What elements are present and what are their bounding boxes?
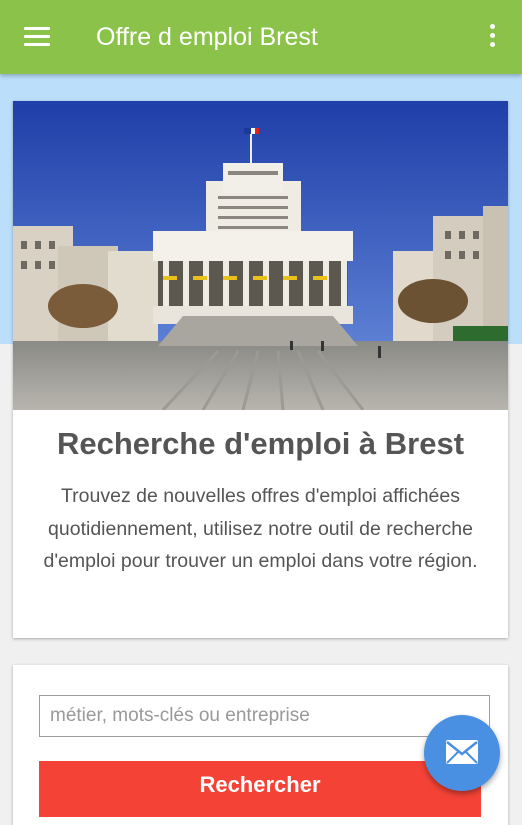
search-input[interactable] [39,695,490,737]
more-vert-icon[interactable] [482,24,502,50]
search-button[interactable]: Rechercher [39,761,481,817]
hero-image [13,101,508,410]
intro-title: Recherche d'emploi à Brest [56,426,465,461]
intro-card: Recherche d'emploi à Brest Trouvez de no… [13,101,508,638]
app-bar: Offre d emploi Brest [0,0,522,74]
contact-fab-button[interactable] [424,715,500,791]
app-title: Offre d emploi Brest [96,23,318,51]
hamburger-menu-icon[interactable] [24,27,50,47]
intro-description: Trouvez de nouvelles offres d'emploi aff… [43,485,478,572]
mail-icon [446,740,478,764]
